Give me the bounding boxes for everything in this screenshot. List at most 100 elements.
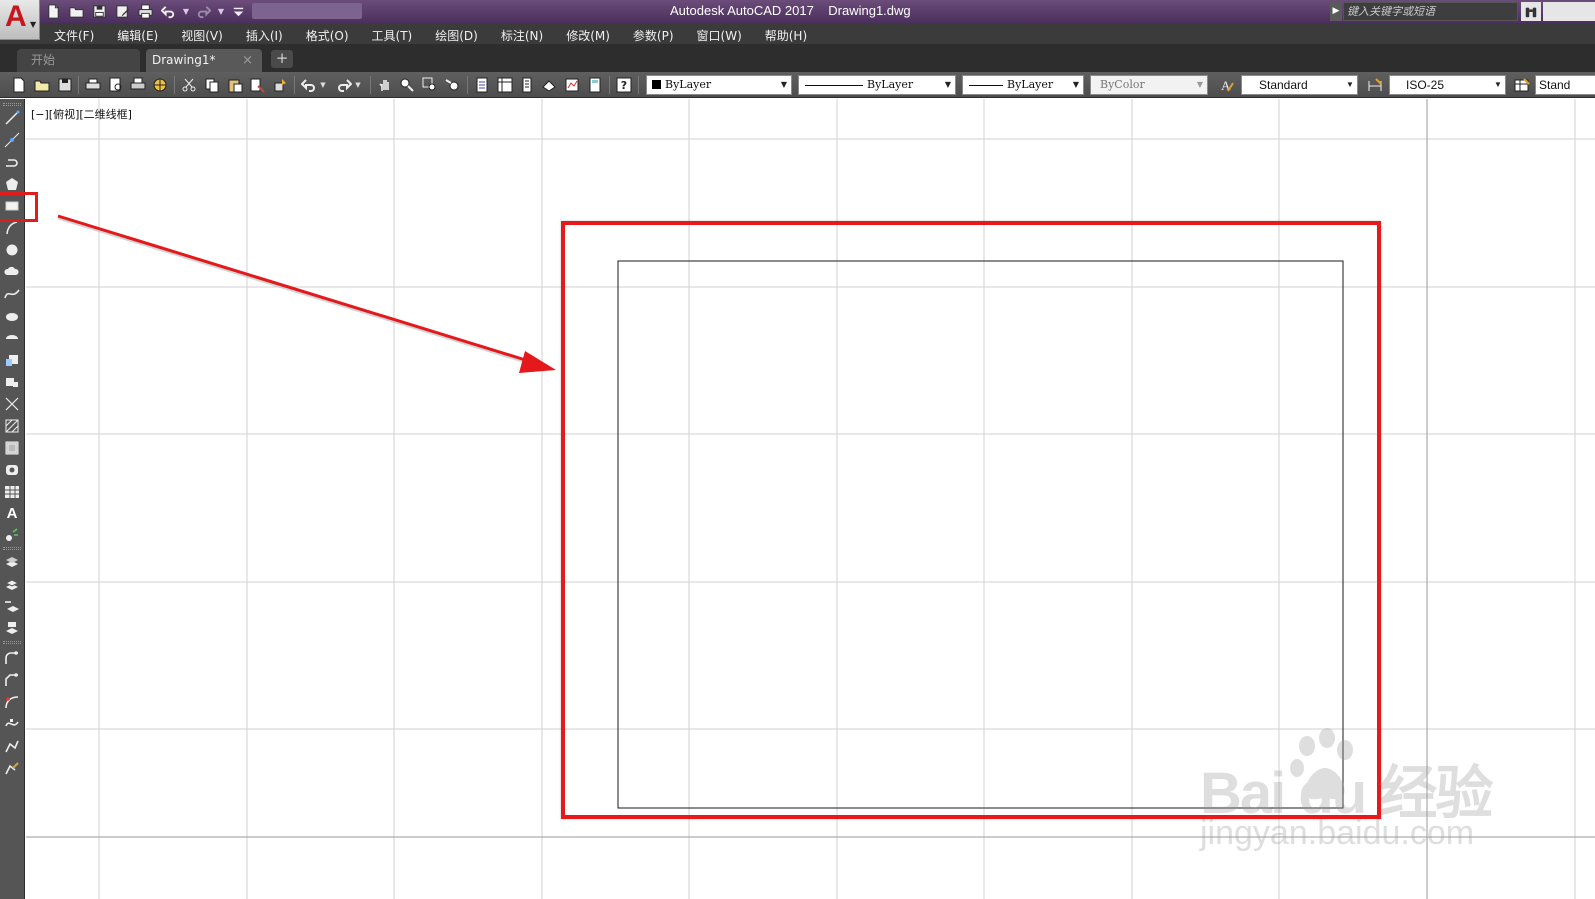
edit-spline-icon[interactable] (3, 715, 21, 733)
menu-format[interactable]: 格式(O) (306, 27, 349, 44)
menu-help[interactable]: 帮助(H) (765, 27, 807, 44)
publish-web-icon[interactable] (151, 76, 169, 94)
lineweight-control-dropdown[interactable]: ByLayer ▼ (962, 75, 1084, 95)
paste-icon[interactable] (226, 76, 244, 94)
point-icon[interactable] (3, 395, 21, 413)
table-icon[interactable] (3, 483, 21, 501)
redo-icon[interactable] (335, 76, 353, 94)
menu-file[interactable]: 文件(F) (54, 27, 94, 44)
fillet-icon[interactable] (3, 649, 21, 667)
hatch-icon[interactable] (3, 417, 21, 435)
open-folder-icon[interactable] (67, 3, 86, 21)
redo-dropdown-icon[interactable]: ▼ (353, 76, 363, 94)
menu-dimension[interactable]: 标注(N) (501, 27, 543, 44)
close-icon[interactable]: × (242, 49, 253, 72)
text-style-dropdown[interactable]: Standard ▼ (1241, 75, 1358, 95)
menu-modify[interactable]: 修改(M) (566, 27, 610, 44)
redo-dropdown-icon[interactable]: ▼ (217, 7, 225, 16)
undo-icon[interactable] (300, 76, 318, 94)
region-icon[interactable] (3, 461, 21, 479)
linetype-control-dropdown[interactable]: ByLayer ▼ (798, 75, 956, 95)
help-icon[interactable]: ? (615, 76, 633, 94)
save-as-icon[interactable] (113, 3, 132, 21)
dimension-style-dropdown[interactable]: ISO-25 ▼ (1389, 75, 1506, 95)
undo-dropdown-icon[interactable]: ▼ (318, 76, 328, 94)
insert-block-icon[interactable] (3, 351, 21, 369)
chamfer-icon[interactable] (3, 671, 21, 689)
menu-insert[interactable]: 插入(I) (246, 27, 283, 44)
table-style-dropdown[interactable]: Stand (1535, 75, 1595, 95)
title-bar-extra-controls[interactable] (1543, 2, 1595, 21)
make-block-icon[interactable] (3, 373, 21, 391)
layer-isolate-icon[interactable] (3, 619, 21, 637)
zoom-realtime-icon[interactable] (398, 76, 416, 94)
menu-window[interactable]: 窗口(W) (697, 27, 742, 44)
undo-dropdown-icon[interactable]: ▼ (182, 7, 190, 16)
save-icon[interactable] (90, 3, 109, 21)
add-selected-icon[interactable] (3, 526, 21, 544)
text-style-icon[interactable]: A (1218, 76, 1236, 94)
layer-states-icon[interactable] (3, 575, 21, 593)
tab-drawing1[interactable]: Drawing1* × (146, 49, 262, 72)
menu-parametric[interactable]: 参数(P) (633, 27, 674, 44)
zoom-previous-icon[interactable] (444, 76, 462, 94)
match-properties-icon[interactable] (3, 759, 21, 777)
menu-tools[interactable]: 工具(T) (372, 27, 413, 44)
table-style-icon[interactable] (1513, 76, 1531, 94)
copy-icon[interactable] (203, 76, 221, 94)
gradient-icon[interactable] (3, 439, 21, 457)
edit-polyline-icon[interactable] (3, 737, 21, 755)
menu-draw[interactable]: 绘图(D) (435, 27, 478, 44)
plot-icon[interactable] (84, 76, 102, 94)
application-menu-button[interactable]: A ▼ (0, 0, 40, 40)
menu-edit[interactable]: 编辑(E) (117, 27, 158, 44)
tool-palettes-icon[interactable] (518, 76, 536, 94)
markup-icon[interactable] (563, 76, 581, 94)
color-control-dropdown[interactable]: ByLayer ▼ (646, 75, 792, 95)
undo-icon[interactable] (159, 3, 178, 21)
block-editor-icon[interactable] (271, 76, 289, 94)
blend-curves-icon[interactable] (3, 693, 21, 711)
open-icon[interactable] (33, 76, 51, 94)
binoculars-icon[interactable] (1521, 2, 1541, 21)
multiline-text-icon[interactable]: A (3, 504, 21, 522)
match-properties-icon[interactable] (248, 76, 266, 94)
qnew-icon[interactable] (10, 76, 28, 94)
revision-cloud-icon[interactable] (3, 263, 21, 281)
tab-start[interactable]: 开始 (17, 49, 140, 72)
dimension-style-icon[interactable] (1366, 76, 1384, 94)
spline-icon[interactable] (3, 285, 21, 303)
polyline-icon[interactable] (3, 153, 21, 171)
workspace-selector[interactable] (252, 3, 362, 19)
zoom-window-icon[interactable] (421, 76, 439, 94)
design-center-icon[interactable] (496, 76, 514, 94)
save-icon[interactable] (56, 76, 74, 94)
circle-icon[interactable] (3, 241, 21, 259)
ellipse-icon[interactable] (3, 307, 21, 325)
construction-line-icon[interactable] (3, 131, 21, 149)
menu-view[interactable]: 视图(V) (181, 27, 223, 44)
publish-icon[interactable] (129, 76, 147, 94)
search-input[interactable]: 键入关键字或短语 (1343, 2, 1518, 21)
layer-properties-icon[interactable] (3, 553, 21, 571)
polygon-icon[interactable] (3, 175, 21, 193)
viewport-controls-label[interactable]: [−][俯视][二维线框] (31, 106, 132, 122)
new-tab-button[interactable]: + (271, 50, 293, 68)
layer-previous-icon[interactable] (3, 597, 21, 615)
toolbar-grip[interactable] (3, 641, 21, 644)
properties-icon[interactable] (473, 76, 491, 94)
plot-preview-icon[interactable] (107, 76, 125, 94)
toolbar-grip[interactable] (3, 547, 21, 550)
pan-icon[interactable] (376, 76, 394, 94)
cut-icon[interactable] (180, 76, 198, 94)
search-expand-icon[interactable]: ▶ (1330, 2, 1342, 21)
new-file-icon[interactable] (44, 3, 63, 21)
sheet-set-icon[interactable] (540, 76, 558, 94)
customize-dropdown-icon[interactable] (229, 3, 248, 21)
redo-icon[interactable] (194, 3, 213, 21)
toolbar-grip[interactable] (3, 103, 21, 106)
ellipse-arc-icon[interactable] (3, 329, 21, 347)
calculator-icon[interactable] (586, 76, 604, 94)
print-icon[interactable] (136, 3, 155, 21)
line-tool-icon[interactable] (3, 109, 21, 127)
